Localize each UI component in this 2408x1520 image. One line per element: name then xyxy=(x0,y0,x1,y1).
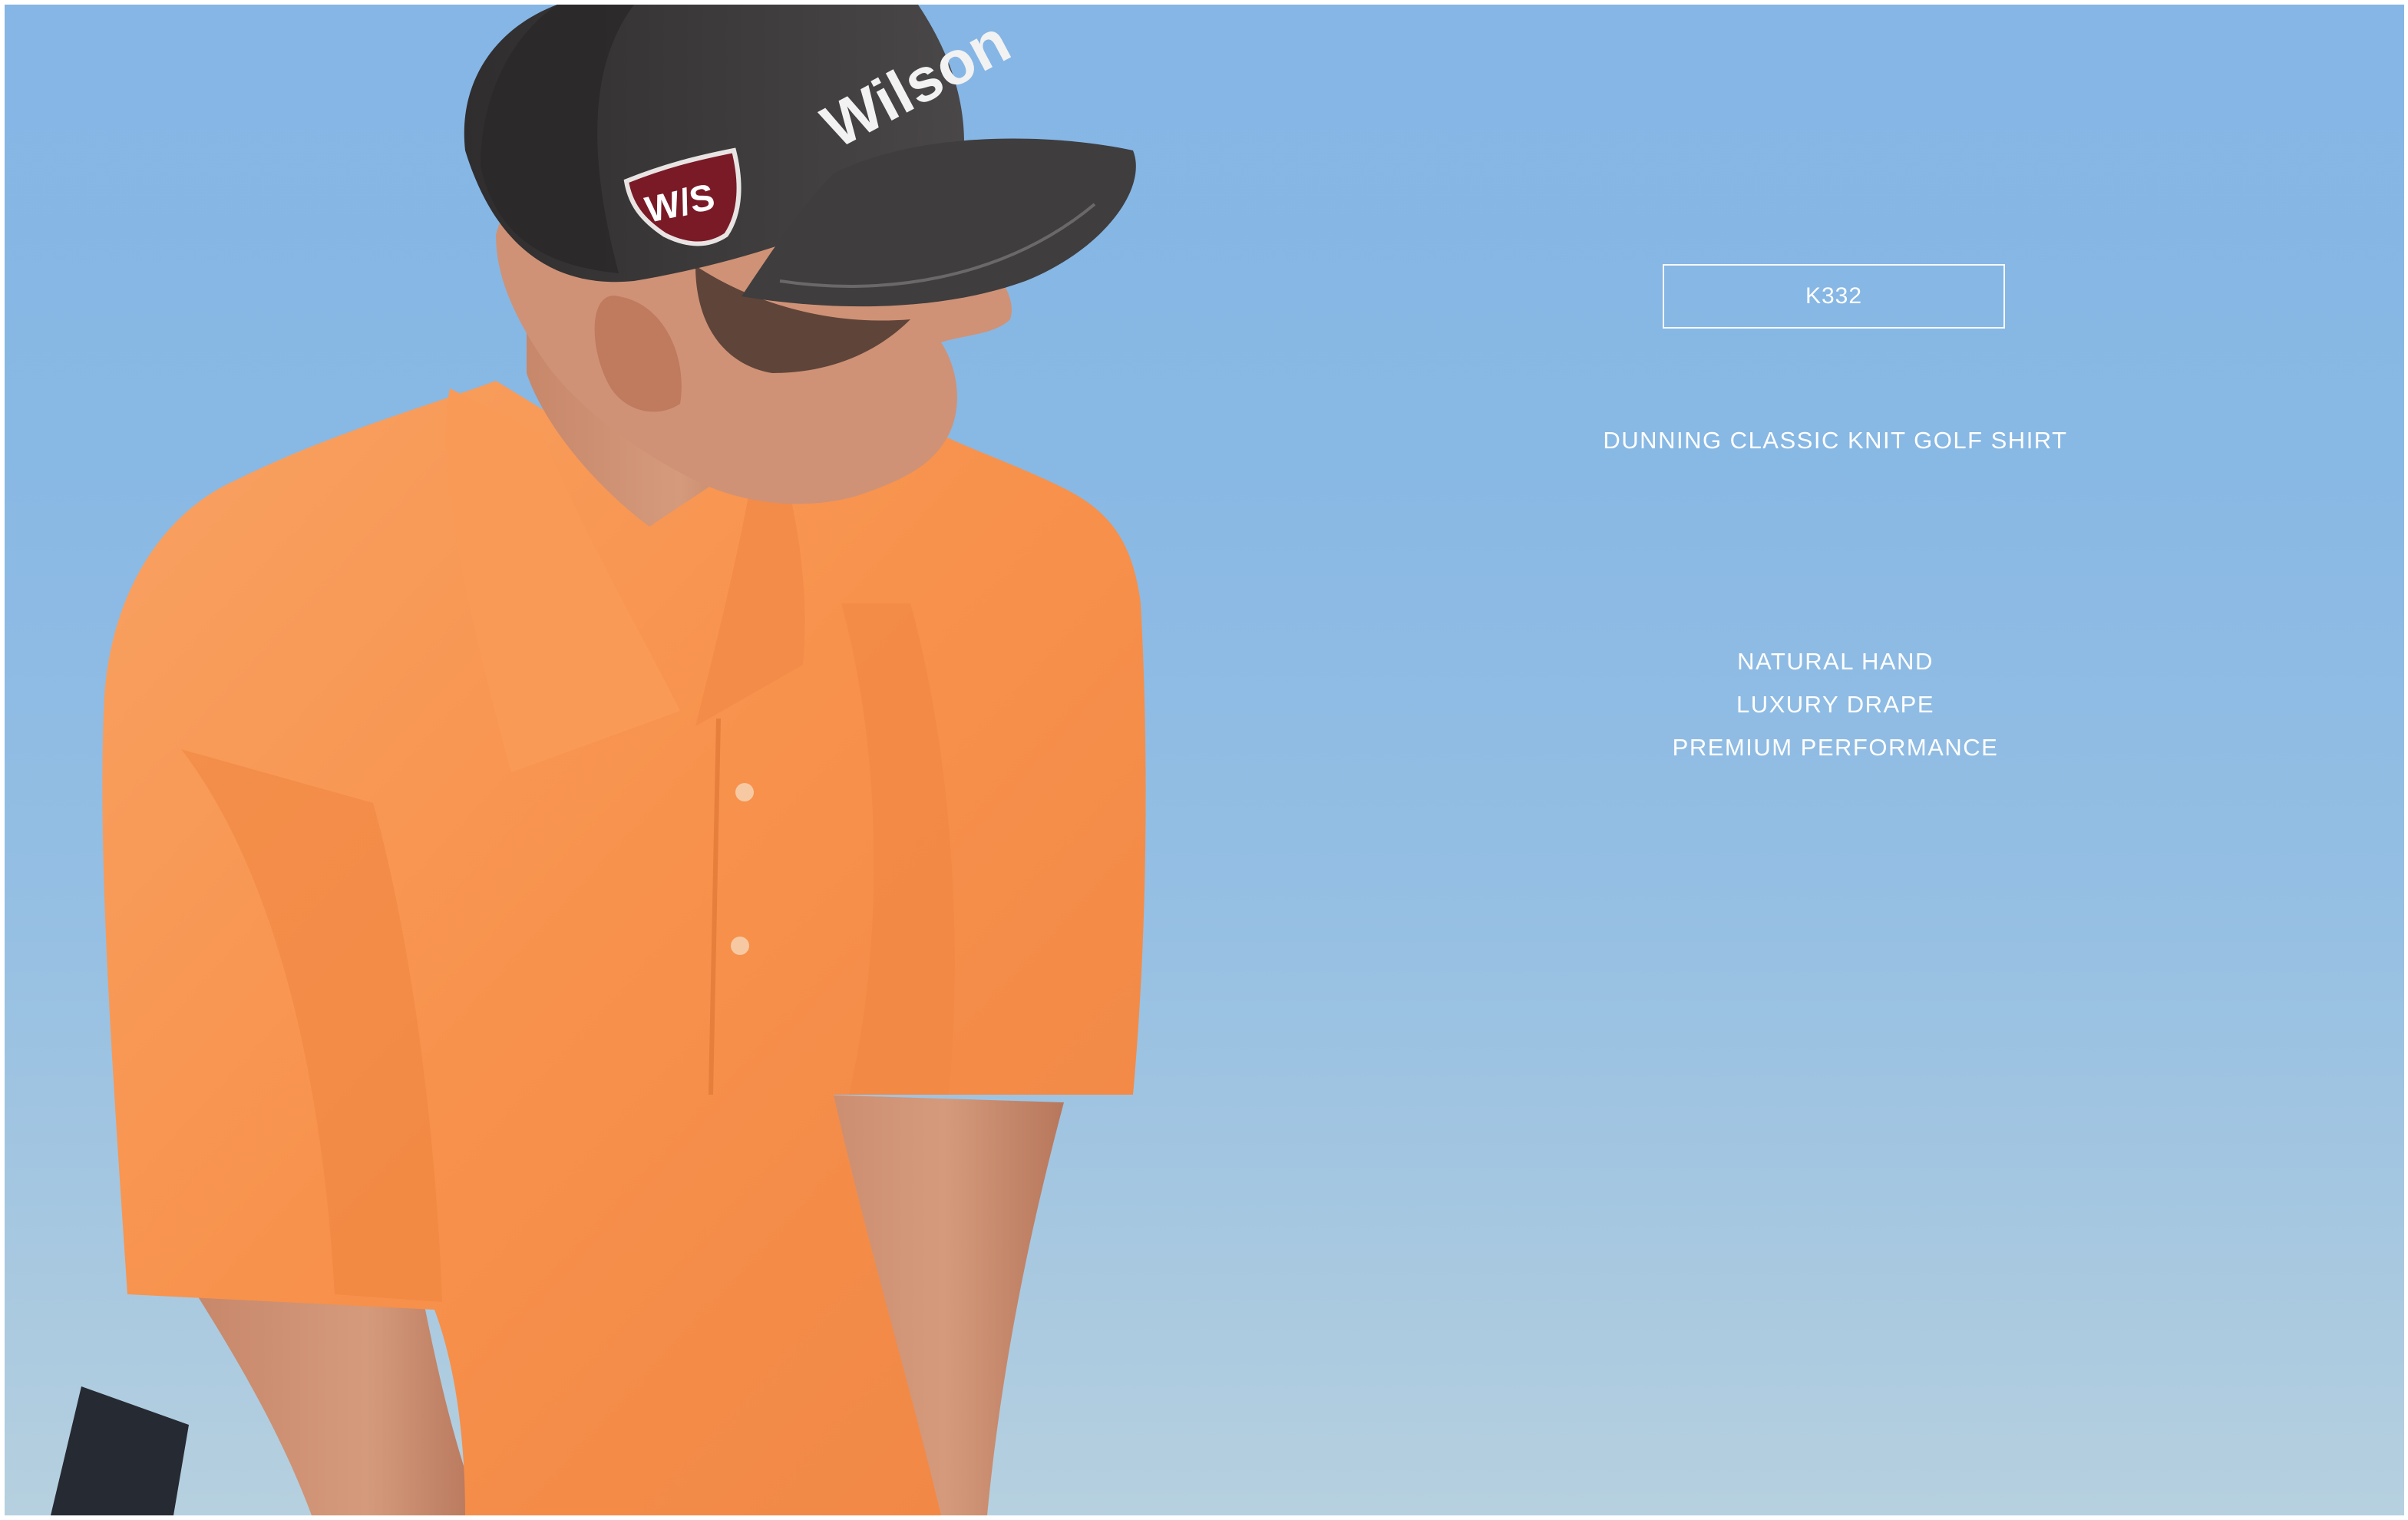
pants-shape xyxy=(51,1386,189,1515)
feature-item: LUXURY DRAPE xyxy=(1736,691,1935,718)
feature-item: PREMIUM PERFORMANCE xyxy=(1672,734,1999,761)
product-code-box: K332 xyxy=(1663,264,2005,329)
product-copy: K332 DUNNING CLASSIC KNIT GOLF SHIRT NAT… xyxy=(1540,5,2131,849)
product-name: DUNNING CLASSIC KNIT GOLF SHIRT xyxy=(1603,427,2068,454)
golfer-illustration: W/S Wilson xyxy=(51,5,1146,1515)
feature-list: NATURAL HAND LUXURY DRAPE PREMIUM PERFOR… xyxy=(1540,640,2131,769)
golfer-photo: W/S Wilson xyxy=(5,5,1202,1515)
shirt-button xyxy=(735,783,754,801)
feature-item: NATURAL HAND xyxy=(1737,648,1934,675)
shirt-button xyxy=(731,937,749,955)
product-code: K332 xyxy=(1805,283,1863,309)
catalog-page: W/S Wilson K332 DUNNING CLASSIC KNIT GOL… xyxy=(5,5,2404,1515)
